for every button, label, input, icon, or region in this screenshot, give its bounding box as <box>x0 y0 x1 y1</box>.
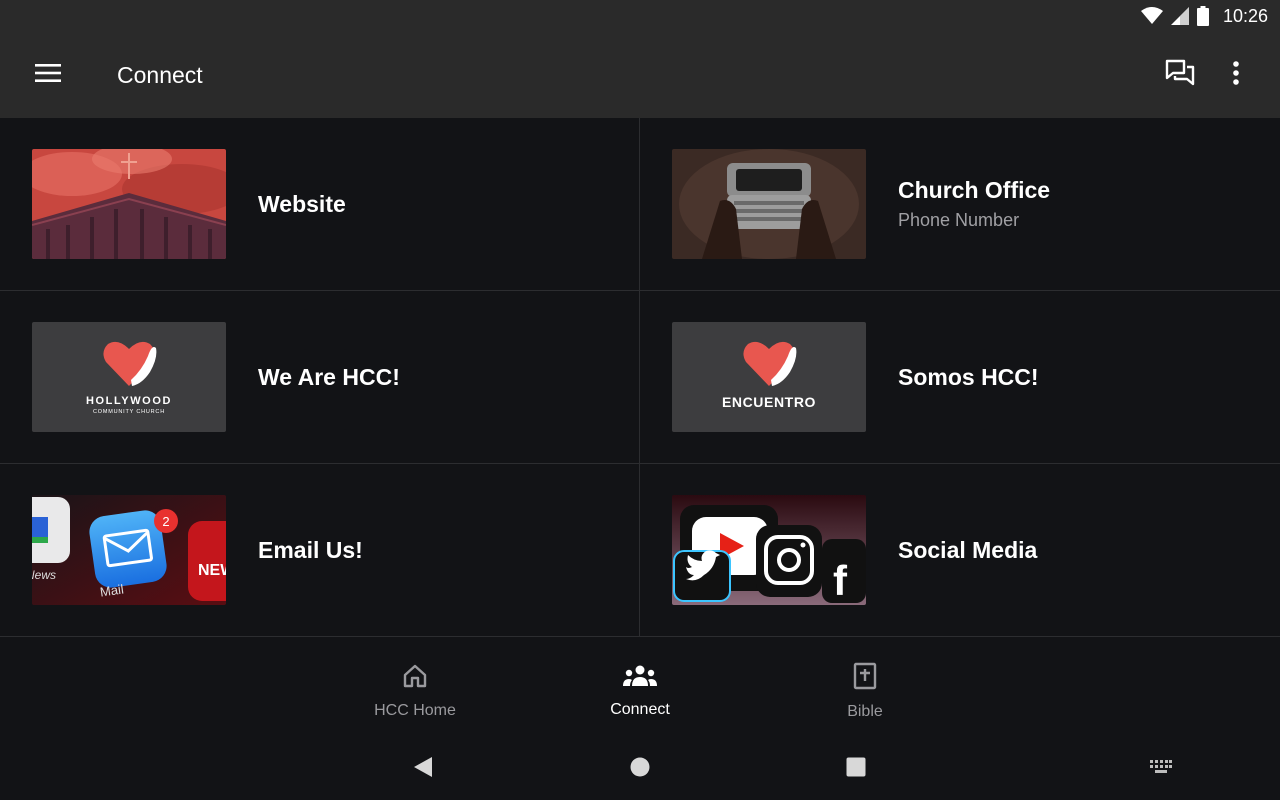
hamburger-icon <box>35 63 61 87</box>
connect-grid: Website Church Office Phone Number HOLLY… <box>0 118 1280 637</box>
page-title: Connect <box>117 61 203 88</box>
home-icon <box>402 663 428 694</box>
church-office-thumbnail <box>672 149 866 259</box>
item-title: Website <box>258 190 346 217</box>
item-title: Somos HCC! <box>898 363 1039 390</box>
item-we-are-hcc[interactable]: HOLLYWOOD COMMUNITY CHURCH We Are HCC! <box>0 291 640 464</box>
keyboard-button[interactable] <box>1141 749 1181 789</box>
nav-bible[interactable]: Bible <box>753 637 978 737</box>
email-badge: 2 <box>162 514 169 529</box>
recents-button[interactable] <box>836 749 876 789</box>
hollywood-logo-thumbnail: HOLLYWOOD COMMUNITY CHURCH <box>32 322 226 432</box>
item-website[interactable]: Website <box>0 118 640 291</box>
chat-button[interactable] <box>1152 47 1208 103</box>
back-triangle-icon <box>413 756 433 783</box>
email-thumbnail: 2 NEW Mail News <box>32 495 226 605</box>
item-social-media[interactable]: f Social Media <box>640 464 1280 637</box>
chat-icon <box>1165 59 1195 92</box>
bottom-navigation: HCC Home Connect Bible <box>0 637 1280 737</box>
nav-label: HCC Home <box>374 701 456 719</box>
home-system-button[interactable] <box>620 749 660 789</box>
item-subtitle: Phone Number <box>898 210 1020 230</box>
system-navigation-bar <box>0 737 1280 800</box>
item-email-us[interactable]: 2 NEW Mail News Email Us! <box>0 464 640 637</box>
nav-hcc-home[interactable]: HCC Home <box>303 637 528 737</box>
social-media-thumbnail: f <box>672 495 866 605</box>
encuentro-logo-thumbnail: ENCUENTRO <box>672 322 866 432</box>
website-thumbnail <box>32 149 226 259</box>
item-title: Church Office <box>898 177 1051 203</box>
item-title: We Are HCC! <box>258 363 400 390</box>
recents-square-icon <box>846 757 866 782</box>
logo-text-community-church: COMMUNITY CHURCH <box>93 409 165 415</box>
item-title: Social Media <box>898 536 1038 563</box>
signal-icon <box>1170 7 1189 25</box>
wifi-icon <box>1140 7 1163 25</box>
battery-icon <box>1196 6 1209 26</box>
facebook-logo: f <box>833 557 848 604</box>
more-options-button[interactable] <box>1208 47 1264 103</box>
menu-button[interactable] <box>0 32 96 118</box>
status-bar: 10:26 <box>0 0 1280 32</box>
keyboard-icon <box>1150 759 1172 779</box>
bible-icon <box>853 662 877 695</box>
more-vert-icon <box>1233 60 1239 90</box>
back-button[interactable] <box>403 749 443 789</box>
item-somos-hcc[interactable]: ENCUENTRO Somos HCC! <box>640 291 1280 464</box>
app-bar: Connect <box>0 32 1280 118</box>
home-circle-icon <box>630 757 650 782</box>
clock: 10:26 <box>1222 5 1268 26</box>
news-app-text: NEW <box>198 562 226 579</box>
nav-label: Connect <box>610 700 670 718</box>
logo-text-encuentro: ENCUENTRO <box>722 394 816 410</box>
item-church-office[interactable]: Church Office Phone Number <box>640 118 1280 291</box>
people-icon <box>623 664 657 693</box>
news-app-label: News <box>32 568 56 582</box>
logo-text-hollywood: HOLLYWOOD <box>86 395 172 407</box>
nav-label: Bible <box>847 702 883 720</box>
nav-connect[interactable]: Connect <box>528 637 753 737</box>
item-title: Email Us! <box>258 536 363 563</box>
